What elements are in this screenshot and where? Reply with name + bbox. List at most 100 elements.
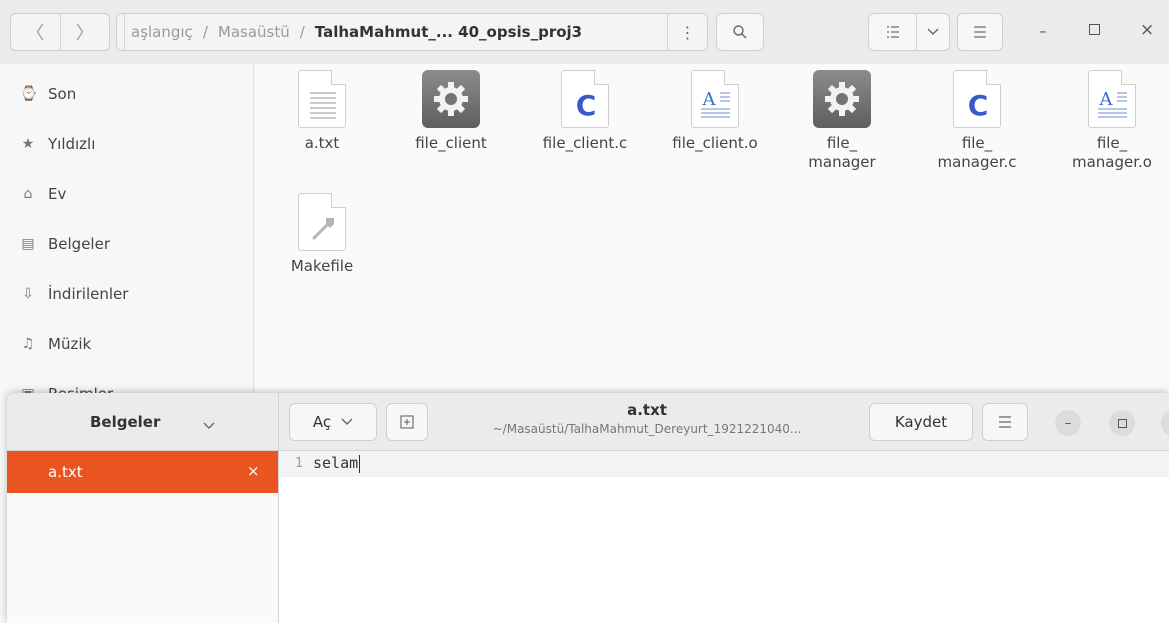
- breadcrumb-desktop[interactable]: Masaüstü: [218, 23, 290, 41]
- documents-panel: a.txt ×: [7, 451, 279, 623]
- document-path: ~/Masaüstü/TalhaMahmut_Dereyurt_19212210…: [492, 422, 802, 436]
- file-item[interactable]: A file_client.o: [660, 70, 770, 153]
- svg-text:C: C: [968, 89, 989, 122]
- clock-icon: ⌚: [20, 86, 38, 102]
- file-name: file_client.o: [672, 134, 758, 152]
- file-name: file_client: [415, 134, 487, 152]
- forward-button[interactable]: 〉: [59, 14, 110, 50]
- breadcrumb-current-folder[interactable]: TalhaMahmut_... 40_opsis_proj3: [315, 23, 582, 41]
- save-button[interactable]: Kaydet: [869, 403, 973, 441]
- main-menu-button[interactable]: [957, 13, 1003, 51]
- line-text: selam: [313, 454, 359, 472]
- chevron-left-icon: 〈: [26, 23, 45, 44]
- chevron-down-icon: [203, 422, 215, 429]
- file-item[interactable]: a.txt: [267, 70, 377, 153]
- list-view-icon: [886, 26, 899, 38]
- file-item[interactable]: C file_ manager.c: [922, 70, 1032, 172]
- path-menu-button[interactable]: ⋮: [667, 14, 707, 50]
- file-name: file_client.c: [542, 134, 628, 152]
- close-icon: ×: [247, 462, 260, 480]
- file-name: file_ manager.c: [937, 134, 1017, 171]
- save-button-label: Kaydet: [894, 413, 948, 431]
- download-icon: ⇩: [22, 286, 34, 302]
- minimize-icon: –: [1064, 415, 1072, 431]
- breadcrumb-home[interactable]: aşlangıç: [125, 23, 193, 41]
- sidebar-item-recent[interactable]: ⌚ Son: [20, 82, 76, 106]
- view-dropdown-button[interactable]: [917, 14, 949, 50]
- editor-maximize-button[interactable]: [1109, 410, 1135, 436]
- svg-text:A: A: [702, 89, 717, 110]
- executable-icon: [813, 70, 871, 128]
- maximize-icon: [1117, 418, 1127, 428]
- navigation-buttons: 〈 〉: [10, 13, 110, 51]
- file-name: Makefile: [290, 257, 354, 275]
- minimize-button[interactable]: –: [1039, 22, 1047, 40]
- view-options-group: [868, 13, 950, 51]
- path-bar-start: [117, 14, 125, 50]
- makefile-icon: [298, 193, 346, 251]
- documents-panel-title: Belgeler: [90, 413, 161, 431]
- line-number: 1: [295, 456, 303, 471]
- sidebar-item-downloads[interactable]: ⇩ İndirilenler: [20, 282, 128, 306]
- hamburger-icon: [999, 416, 1011, 428]
- close-window-button[interactable]: ×: [1140, 20, 1154, 40]
- back-button[interactable]: 〈: [11, 14, 60, 50]
- open-button[interactable]: Aç: [289, 403, 377, 441]
- executable-icon: [422, 70, 480, 128]
- chevron-down-icon: [341, 418, 353, 425]
- sidebar-item-label: Son: [48, 85, 77, 103]
- sidebar-item-documents[interactable]: ▤ Belgeler: [20, 232, 110, 256]
- sidebar-item-label: İndirilenler: [48, 285, 129, 303]
- home-icon: ⌂: [23, 186, 33, 202]
- file-item[interactable]: file_ manager: [787, 70, 897, 172]
- sidebar-item-label: Yıldızlı: [48, 135, 96, 153]
- file-name: file_ manager.o: [1072, 134, 1152, 171]
- new-tab-icon: [400, 415, 414, 429]
- breadcrumb-separator: /: [299, 23, 305, 41]
- document-tab-a-txt[interactable]: a.txt ×: [7, 451, 278, 493]
- sidebar-item-home[interactable]: ⌂ Ev: [20, 182, 67, 206]
- svg-text:C: C: [576, 89, 597, 122]
- sidebar-item-label: Belgeler: [48, 235, 110, 253]
- file-item[interactable]: C file_client.c: [530, 70, 640, 153]
- sidebar-item-music[interactable]: ♫ Müzik: [20, 332, 91, 356]
- document-tab-label: a.txt: [48, 463, 83, 481]
- sidebar-item-label: Müzik: [48, 335, 92, 353]
- open-button-label: Aç: [312, 413, 332, 431]
- new-document-button[interactable]: [386, 403, 428, 441]
- minimize-icon: –: [1039, 22, 1047, 40]
- maximize-button[interactable]: [1089, 24, 1100, 35]
- list-view-button[interactable]: [869, 14, 917, 50]
- text-file-icon: [298, 70, 346, 128]
- editor-menu-button[interactable]: [982, 403, 1028, 441]
- text-cursor: [359, 455, 360, 473]
- search-icon: [733, 25, 747, 39]
- file-name: file_ manager: [808, 134, 876, 171]
- editor-headerbar: Belgeler Aç a.txt ~/Masaüstü/TalhaMahmut…: [7, 393, 1169, 451]
- file-item[interactable]: Makefile: [267, 193, 377, 276]
- editor-title-area: a.txt ~/Masaüstü/TalhaMahmut_Dereyurt_19…: [437, 401, 857, 436]
- c-source-icon: C: [953, 70, 1001, 128]
- search-button[interactable]: [716, 13, 764, 51]
- editor-close-button[interactable]: [1161, 410, 1169, 436]
- current-line-highlight: [279, 451, 1169, 477]
- editor-minimize-button[interactable]: –: [1055, 410, 1081, 436]
- panel-dropdown-button[interactable]: [203, 415, 215, 434]
- file-item[interactable]: A file_ manager.o: [1057, 70, 1167, 172]
- close-icon: ×: [1140, 20, 1155, 40]
- object-file-icon: A: [691, 70, 739, 128]
- music-icon: ♫: [21, 336, 35, 352]
- star-icon: ★: [21, 136, 35, 152]
- text-editor-window: Belgeler Aç a.txt ~/Masaüstü/TalhaMahmut…: [7, 393, 1169, 623]
- hamburger-icon: [974, 26, 986, 38]
- breadcrumb-separator: /: [202, 23, 208, 41]
- editor-sidebar-header: Belgeler: [7, 393, 279, 451]
- path-bar: aşlangıç / Masaüstü / TalhaMahmut_... 40…: [116, 13, 708, 51]
- close-tab-button[interactable]: ×: [247, 462, 260, 480]
- file-item[interactable]: file_client: [396, 70, 506, 153]
- chevron-right-icon: 〉: [75, 23, 94, 44]
- text-editor-area[interactable]: 1 selam: [279, 451, 1169, 623]
- object-file-icon: A: [1088, 70, 1136, 128]
- svg-text:A: A: [1099, 89, 1114, 110]
- sidebar-item-starred[interactable]: ★ Yıldızlı: [20, 132, 96, 156]
